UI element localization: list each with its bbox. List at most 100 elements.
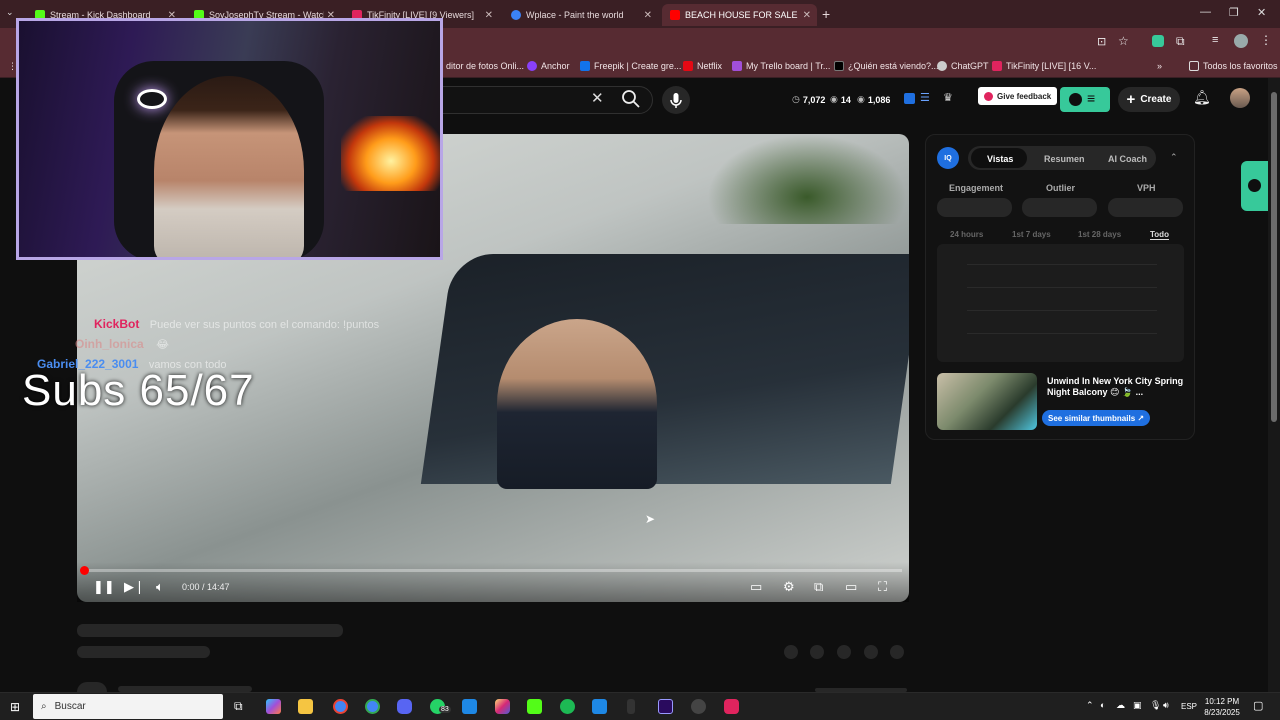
chart-gridline — [967, 310, 1157, 311]
volume-button[interactable]: 🔈︎ — [156, 579, 164, 595]
clear-search-icon[interactable]: ✕ — [591, 89, 604, 107]
theater-mode-button[interactable]: ▭ — [845, 579, 857, 595]
task-view-icon[interactable]: ⧉ — [234, 699, 243, 714]
bookmark-all-favorites[interactable]: Todos los favoritos — [1189, 61, 1278, 71]
create-button[interactable]: + Create — [1118, 87, 1180, 112]
vidiq-tab-resumen[interactable]: Resumen — [1044, 154, 1085, 164]
obs-icon[interactable] — [691, 699, 706, 714]
list-icon[interactable]: ☰ — [920, 91, 930, 104]
give-feedback-button[interactable]: Give feedback — [978, 87, 1058, 105]
chrome-icon[interactable] — [333, 699, 348, 714]
vidiq-tab-ai-coach[interactable]: AI Coach — [1108, 154, 1147, 164]
windows-start-icon[interactable]: ⊞ — [10, 700, 20, 714]
pause-button[interactable]: ❚❚ — [93, 579, 115, 595]
progress-scrubber[interactable] — [80, 566, 89, 575]
bookmark-freepik[interactable]: Freepik | Create gre... — [580, 61, 681, 71]
range-7d[interactable]: 1st 7 days — [1012, 230, 1051, 239]
taskbar-search-input[interactable]: ⌕ Buscar — [33, 694, 223, 719]
video-progress-bar[interactable] — [84, 569, 902, 572]
trello-icon — [732, 61, 742, 71]
bookmark-max[interactable]: ¿Quién está viendo?... — [834, 61, 939, 71]
media-control-icon[interactable]: ≡ — [1212, 34, 1218, 46]
puzzle-icon[interactable]: ⧉ — [1176, 34, 1185, 49]
bookmark-anchor[interactable]: Anchor — [527, 61, 570, 71]
range-28d[interactable]: 1st 28 days — [1078, 230, 1121, 239]
miniplayer-button[interactable]: ⧉ — [814, 579, 823, 595]
bookmark-trello[interactable]: My Trello board | Tr... — [732, 61, 830, 71]
close-window-icon[interactable]: ✕ — [1257, 6, 1266, 19]
restore-icon[interactable]: ❐ — [1229, 6, 1239, 19]
tray-overflow-icon[interactable]: ⌃ — [1086, 700, 1094, 711]
tab-youtube-video[interactable]: BEACH HOUSE FOR SALE in ✕ — [662, 4, 817, 26]
metric-engagement: Engagement — [949, 183, 1004, 193]
eye-icon: ◉ — [857, 94, 865, 104]
spotify-icon[interactable] — [560, 699, 575, 714]
bookmarks-overflow-icon[interactable]: » — [1157, 61, 1162, 71]
calendar-icon[interactable] — [462, 699, 477, 714]
subs-stat: ◉ 1,086 — [857, 94, 891, 105]
close-icon[interactable]: ✕ — [485, 10, 493, 21]
kick-app-icon[interactable] — [527, 699, 542, 714]
app-icon[interactable] — [592, 699, 607, 714]
vidiq-side-tab[interactable] — [1241, 161, 1268, 211]
account-avatar[interactable] — [1230, 88, 1250, 108]
bookmark-tikfinity[interactable]: TikFinity [LIVE] [16 V... — [992, 61, 1096, 71]
trophy-icon[interactable]: ♛ — [943, 91, 953, 104]
close-icon[interactable]: ✕ — [644, 10, 652, 21]
search-button[interactable] — [620, 88, 642, 110]
install-app-icon[interactable]: ⊡ — [1097, 35, 1106, 48]
video-frame-car-window — [420, 254, 909, 484]
profile-avatar[interactable] — [1234, 34, 1248, 48]
eye-icon: ◉ — [830, 94, 838, 104]
notifications-bell-icon[interactable]: 🔔︎ — [1193, 89, 1211, 106]
voice-search-button[interactable] — [662, 86, 690, 114]
collapse-chevron-icon[interactable]: ⌃ — [1170, 152, 1178, 163]
microphone-icon — [670, 93, 682, 108]
tab-wplace[interactable]: Wplace - Paint the world ✕ — [503, 4, 658, 26]
premiere-icon[interactable] — [658, 699, 673, 714]
volume-icon[interactable]: 🔊︎ — [1163, 700, 1169, 711]
file-explorer-icon[interactable] — [298, 699, 313, 714]
minimize-icon[interactable]: — — [1200, 6, 1211, 18]
next-button[interactable]: ▶❘ — [124, 579, 145, 595]
tray-icon[interactable]: ▣ — [1133, 700, 1142, 711]
tray-icon[interactable]: ◐ — [1100, 700, 1105, 710]
suggested-thumbnail[interactable] — [937, 373, 1037, 430]
suggested-title[interactable]: Unwind In New York City Spring Night Bal… — [1047, 376, 1187, 398]
close-icon[interactable]: ✕ — [803, 10, 811, 21]
new-tab-button[interactable]: + — [822, 6, 830, 22]
bookmark-netflix[interactable]: Netflix — [683, 61, 722, 71]
vidiq-menu-button[interactable]: ≡ — [1060, 87, 1110, 112]
instagram-icon[interactable] — [495, 699, 510, 714]
language-indicator[interactable]: ESP — [1181, 702, 1197, 711]
discord-icon[interactable] — [397, 699, 412, 714]
taskbar-clock[interactable]: 10:12 PM 8/23/2025 — [1200, 696, 1244, 718]
range-24h[interactable]: 24 hours — [950, 230, 983, 239]
action-skeleton — [810, 645, 824, 659]
bookmark-star-icon[interactable]: ☆ — [1118, 34, 1129, 48]
tikfinity-app-icon[interactable] — [724, 699, 739, 714]
see-similar-thumbnails-button[interactable]: See similar thumbnails ↗ — [1042, 410, 1151, 426]
chrome-profile-icon[interactable] — [365, 699, 380, 714]
vidiq-stat-icon[interactable] — [904, 93, 915, 104]
settings-gear-icon[interactable]: ⚙ — [783, 579, 795, 595]
range-todo[interactable]: Todo — [1150, 230, 1169, 240]
webcam-streamer — [154, 76, 304, 257]
vidiq-tab-vistas[interactable]: Vistas — [987, 154, 1013, 164]
fullscreen-button[interactable]: ⛶ — [878, 579, 887, 595]
onedrive-icon[interactable]: ☁ — [1116, 700, 1125, 711]
scroll-thumb[interactable] — [1271, 92, 1277, 422]
notification-center-icon[interactable]: ▢ — [1253, 699, 1263, 712]
copilot-icon[interactable] — [266, 699, 281, 714]
subtitle-skeleton — [77, 646, 210, 658]
bookmark-photo-editor[interactable]: ditor de fotos Onli... — [446, 61, 524, 71]
app-icon[interactable] — [627, 699, 635, 714]
extension-icon[interactable] — [1152, 35, 1164, 47]
microphone-icon[interactable]: 🎙︎ — [1150, 700, 1161, 711]
avatar-skeleton — [77, 682, 107, 692]
chart-gridline — [967, 333, 1157, 334]
menu-kebab-icon[interactable]: ⋮ — [1260, 33, 1272, 47]
subtitles-button[interactable]: ▭ — [750, 579, 762, 595]
tab-search-chevron-icon[interactable]: ⌄ — [6, 7, 14, 18]
bookmark-chatgpt[interactable]: ChatGPT — [937, 61, 989, 71]
